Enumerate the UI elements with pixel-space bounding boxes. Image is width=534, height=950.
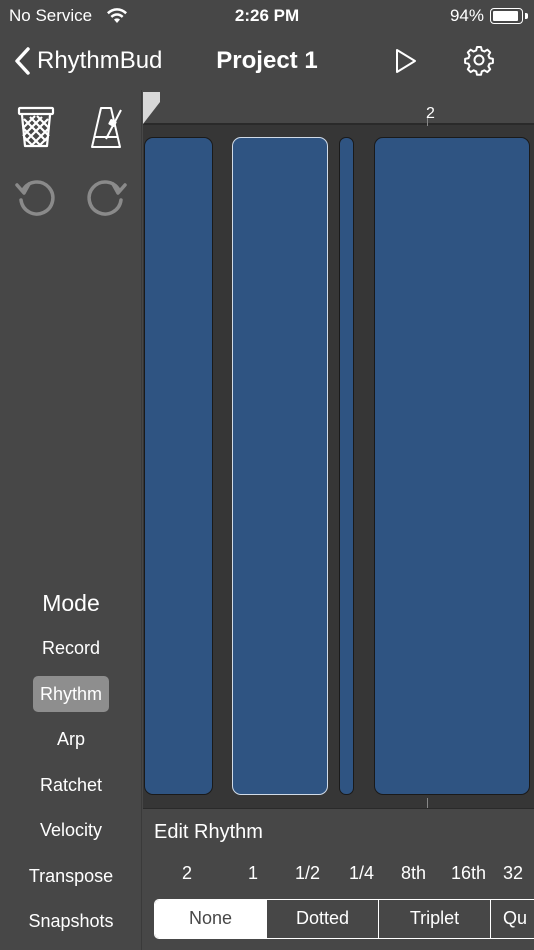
duration-1[interactable]: 1 (248, 863, 258, 884)
rhythm-note-selected[interactable] (232, 137, 328, 795)
battery-percentage: 94% (449, 6, 484, 25)
bar-tick (427, 118, 428, 126)
undo-icon[interactable] (14, 176, 58, 220)
navigation-bar: RhythmBud Project 1 (0, 32, 534, 90)
gear-icon[interactable] (463, 44, 495, 76)
battery-fill (493, 11, 519, 21)
play-icon[interactable] (394, 47, 418, 75)
duration-8th[interactable]: 8th (401, 863, 426, 884)
mode-record[interactable]: Record (0, 630, 142, 666)
mode-label: Ratchet (39, 775, 103, 795)
modifier-dotted[interactable]: Dotted (267, 900, 379, 938)
bar-tick-bottom (427, 798, 428, 808)
mode-label: Transpose (28, 866, 114, 886)
mode-label: Snapshots (28, 911, 114, 931)
duration-half[interactable]: 1/2 (295, 863, 320, 884)
mode-label: Record (41, 638, 101, 658)
mode-label: Velocity (39, 820, 103, 840)
mode-label: Rhythm (32, 676, 109, 712)
panel-title: Edit Rhythm (154, 821, 263, 843)
modifier-none[interactable]: None (155, 900, 267, 938)
mode-ratchet[interactable]: Ratchet (0, 767, 142, 803)
mode-label: Arp (56, 729, 85, 749)
mode-snapshots[interactable]: Snapshots (0, 903, 142, 939)
trash-icon[interactable] (16, 106, 56, 148)
page-title: Project 1 (216, 47, 318, 74)
modifier-segmented-control: None Dotted Triplet Qu (154, 899, 534, 939)
mode-rhythm[interactable]: Rhythm (0, 676, 142, 712)
mode-arp[interactable]: Arp (0, 721, 142, 757)
sidebar: Mode Record Rhythm Arp Ratchet Velocity … (0, 90, 142, 950)
mode-heading: Mode (42, 590, 100, 616)
rhythm-note[interactable] (339, 137, 354, 795)
edit-rhythm-panel: Edit Rhythm 2 1 1/2 1/4 8th 16th 32 None… (143, 808, 534, 950)
modifier-triplet[interactable]: Triplet (379, 900, 491, 938)
duration-32nd[interactable]: 32 (503, 863, 523, 884)
duration-2[interactable]: 2 (182, 863, 192, 884)
redo-icon[interactable] (84, 176, 128, 220)
battery-icon (490, 8, 523, 24)
rhythm-editor[interactable]: 2 (143, 90, 534, 808)
modifier-quintuplet[interactable]: Qu (491, 900, 534, 938)
mode-velocity[interactable]: Velocity (0, 812, 142, 848)
duration-16th[interactable]: 16th (451, 863, 486, 884)
metronome-icon[interactable] (88, 104, 128, 150)
timeline-ruler[interactable]: 2 (143, 90, 534, 126)
duration-quarter[interactable]: 1/4 (349, 863, 374, 884)
rhythm-note[interactable] (144, 137, 213, 795)
mode-transpose[interactable]: Transpose (0, 858, 142, 894)
rhythm-note[interactable] (374, 137, 530, 795)
battery-tip (525, 13, 528, 19)
playhead-marker[interactable] (143, 92, 161, 124)
status-bar: No Service 2:26 PM 94% (0, 0, 534, 32)
